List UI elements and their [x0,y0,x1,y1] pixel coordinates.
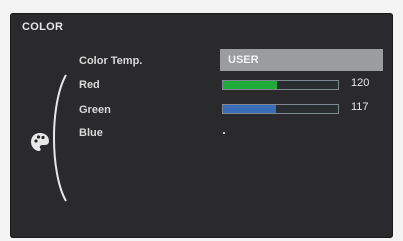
color-palette-icon [31,133,49,151]
menu-item-red[interactable]: Red [79,79,100,91]
green-slider-fill [223,105,276,113]
color-temp-value-box[interactable]: USER [220,49,383,71]
green-value: 117 [351,101,369,113]
menu-item-color-temp[interactable]: Color Temp. [79,55,142,67]
red-slider[interactable] [222,80,339,90]
menu-title: COLOR [22,21,64,33]
green-slider[interactable] [222,104,339,114]
osd-menu: COLOR Color Temp. USER Red 120 Green 117… [10,13,393,238]
red-slider-fill [223,81,278,89]
red-value: 120 [351,77,370,89]
row-marker [223,132,225,134]
color-temp-value: USER [228,54,259,66]
menu-item-blue[interactable]: Blue [79,127,103,139]
menu-item-green[interactable]: Green [79,104,111,116]
